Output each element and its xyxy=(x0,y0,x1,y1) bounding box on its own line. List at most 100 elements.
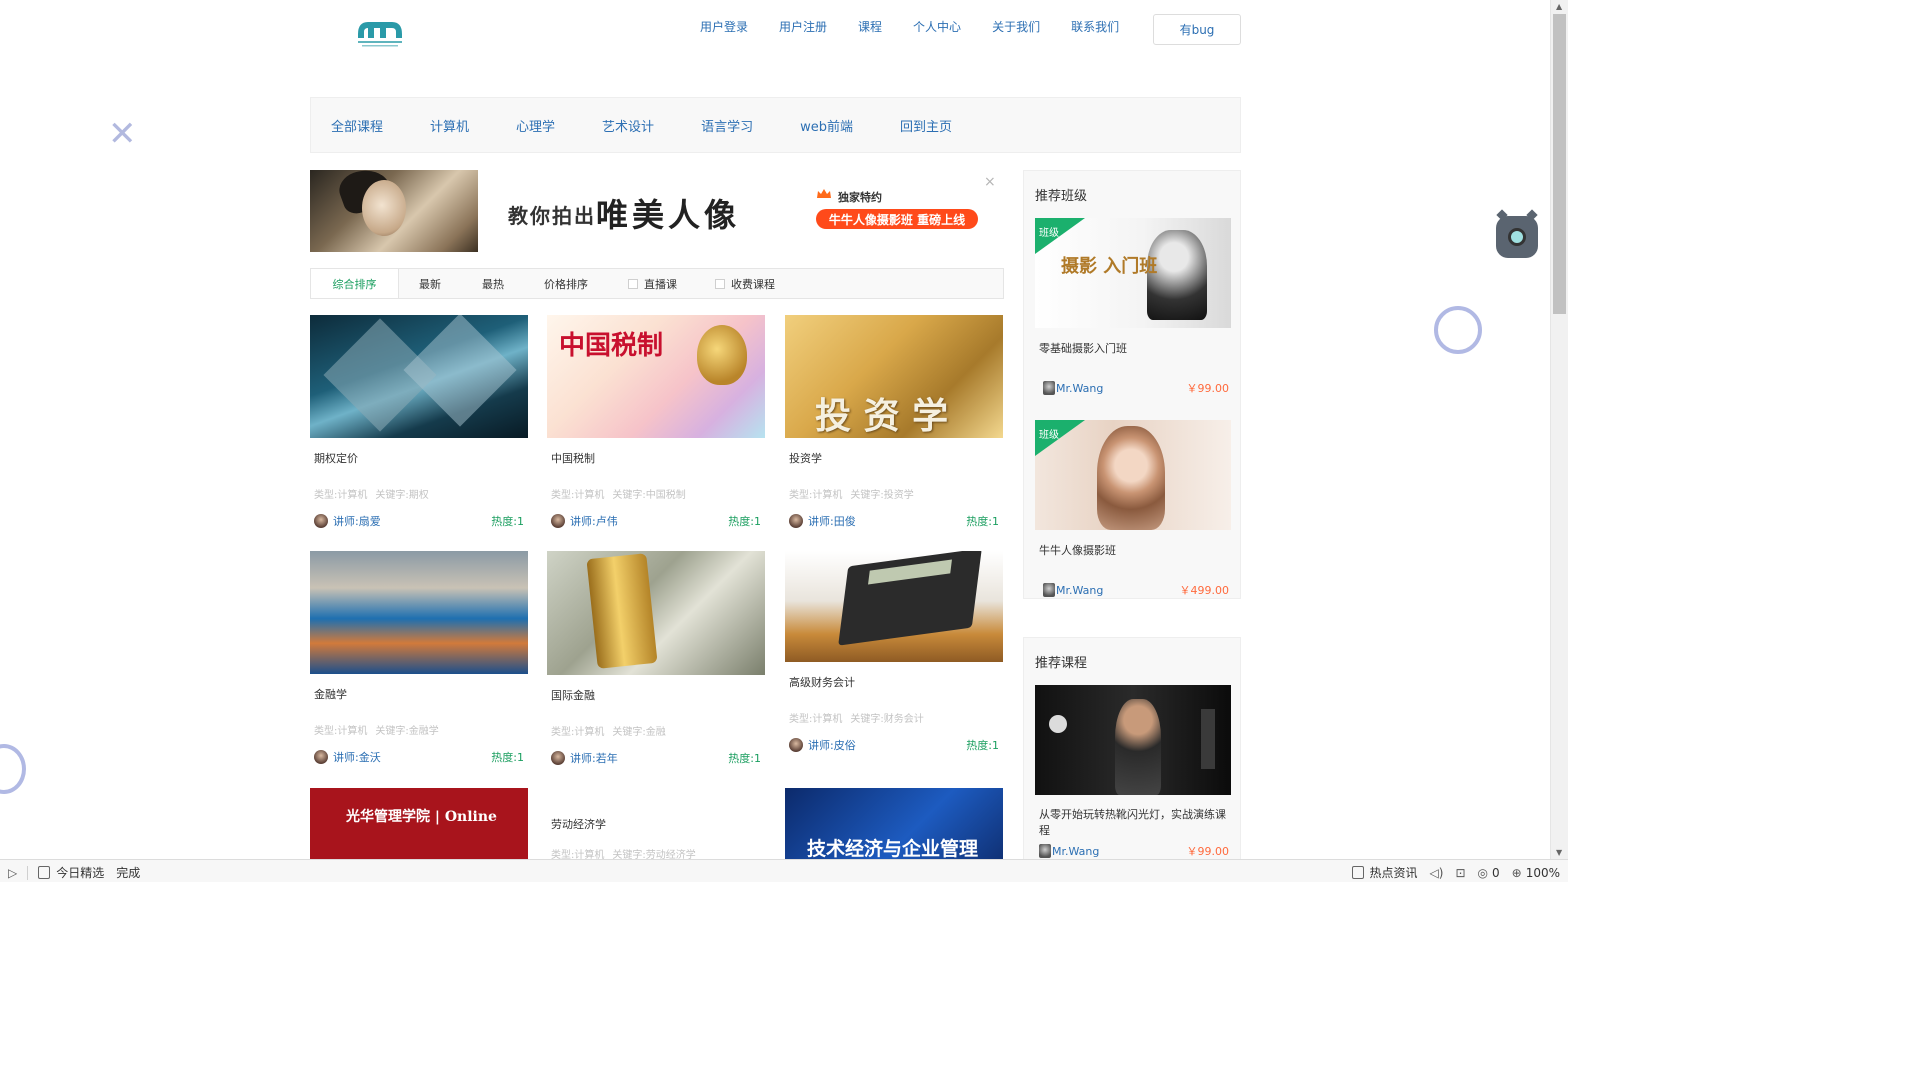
category-all[interactable]: 全部课程 xyxy=(331,116,383,135)
site-logo[interactable] xyxy=(352,16,408,50)
ring-decoration-icon xyxy=(1434,306,1482,354)
course-card[interactable]: 金融学 类型:计算机 关键字:金融学 讲师:金沃 热度:1 xyxy=(310,551,528,765)
zoom-level[interactable]: 100% xyxy=(1526,866,1560,880)
robot-assistant-icon[interactable] xyxy=(1496,209,1538,258)
course-item[interactable]: 从零开始玩转热靴闪光灯，实战演练课程 Mr.Wang ￥99.00 xyxy=(1035,685,1231,859)
course-name[interactable]: 从零开始玩转热靴闪光灯，实战演练课程 xyxy=(1039,807,1229,839)
category-home[interactable]: 回到主页 xyxy=(900,116,952,135)
class-item[interactable]: 班级 牛牛人像摄影班 Mr.Wang ￥499.00 xyxy=(1035,420,1231,598)
download-icon[interactable]: ⊡ xyxy=(1455,866,1465,880)
course-thumbnail[interactable] xyxy=(1035,685,1231,795)
scrollbar-thumb[interactable] xyxy=(1553,14,1566,314)
class-teacher[interactable]: Mr.Wang xyxy=(1043,381,1103,395)
vertical-scrollbar[interactable]: ▲ ▼ xyxy=(1550,0,1568,859)
class-item[interactable]: 摄影 入门班 班级 零基础摄影入门班 Mr.Wang ￥99.00 xyxy=(1035,218,1231,396)
course-type: 类型:计算机 xyxy=(314,726,368,737)
nav-personal-center[interactable]: 个人中心 xyxy=(913,18,961,35)
course-teacher[interactable]: Mr.Wang xyxy=(1039,844,1099,858)
course-thumbnail[interactable]: 投 资 学 xyxy=(785,315,1003,438)
course-keyword: 关键字:金融学 xyxy=(375,726,439,737)
class-teacher[interactable]: Mr.Wang xyxy=(1043,583,1103,597)
zoom-icon[interactable]: ⊕ xyxy=(1512,866,1522,880)
sort-tab-comprehensive[interactable]: 综合排序 xyxy=(311,269,399,298)
teacher-name: Mr.Wang xyxy=(1056,583,1104,597)
banner-cta-pill[interactable]: 牛牛人像摄影班 重磅上线 xyxy=(816,209,978,229)
course-title[interactable]: 投资学 xyxy=(789,450,1003,465)
banner-slogan-prefix: 教你拍出 xyxy=(508,204,596,228)
avatar xyxy=(789,514,803,528)
paid-checkbox[interactable] xyxy=(715,278,725,289)
course-teacher[interactable]: 讲师:卢伟 xyxy=(551,513,618,529)
course-thumbnail[interactable] xyxy=(310,551,528,674)
course-card[interactable]: 技术经济与企业管理 xyxy=(785,788,1003,859)
category-language[interactable]: 语言学习 xyxy=(701,116,753,135)
class-thumbnail[interactable]: 班级 xyxy=(1035,420,1231,530)
course-type: 类型:计算机 xyxy=(551,490,605,501)
course-thumbnail[interactable] xyxy=(310,315,528,438)
nav-contact-us[interactable]: 联系我们 xyxy=(1071,18,1119,35)
course-teacher[interactable]: 讲师:若年 xyxy=(551,750,618,766)
nav-about-us[interactable]: 关于我们 xyxy=(992,18,1040,35)
course-card[interactable]: 国际金融 类型:计算机 关键字:金融 讲师:若年 热度:1 xyxy=(547,551,765,766)
course-thumbnail[interactable] xyxy=(547,551,765,675)
filter-live[interactable]: 直播课 xyxy=(628,269,677,298)
thumbnail-text: 技术经济与企业管理 xyxy=(807,838,979,859)
ring-decoration-icon xyxy=(0,744,26,794)
category-art-design[interactable]: 艺术设计 xyxy=(602,116,654,135)
course-card[interactable]: 劳动经济学 类型:计算机 关键字:劳动经济学 xyxy=(547,788,765,859)
banner-close-icon[interactable]: × xyxy=(984,174,996,190)
nav-login[interactable]: 用户登录 xyxy=(700,18,748,35)
nav-courses[interactable]: 课程 xyxy=(858,18,882,35)
course-card[interactable]: 光华管理学院 | Online xyxy=(310,788,528,859)
course-title[interactable]: 期权定价 xyxy=(314,450,528,465)
course-keyword: 关键字:中国税制 xyxy=(612,490,686,501)
course-meta: 类型:计算机 关键字:金融学 xyxy=(314,722,528,737)
promo-banner[interactable]: 教你拍出 唯美人像 独家特约 牛牛人像摄影班 重磅上线 × xyxy=(310,170,1004,252)
course-card[interactable]: 投 资 学 投资学 类型:计算机 关键字:投资学 讲师:田俊 热度:1 xyxy=(785,315,1003,529)
class-name[interactable]: 牛牛人像摄影班 xyxy=(1039,542,1231,558)
nav-register[interactable]: 用户注册 xyxy=(779,18,827,35)
course-keyword: 关键字:期权 xyxy=(375,490,429,501)
sort-tab-newest[interactable]: 最新 xyxy=(419,269,441,298)
course-title[interactable]: 国际金融 xyxy=(551,687,765,702)
category-web-frontend[interactable]: web前端 xyxy=(800,116,853,135)
course-card[interactable]: 高级财务会计 类型:计算机 关键字:财务会计 讲师:皮俗 热度:1 xyxy=(785,551,1003,753)
panel-toggle-icon[interactable]: ▷ xyxy=(8,866,17,880)
ad-block-icon[interactable]: ◎ xyxy=(1478,866,1488,880)
course-meta: 类型:计算机 关键字:财务会计 xyxy=(789,710,1003,725)
course-title[interactable]: 中国税制 xyxy=(551,450,765,465)
course-card[interactable]: 中国税制 中国税制 类型:计算机 关键字:中国税制 讲师:卢伟 热度:1 xyxy=(547,315,765,529)
sort-tab-hottest[interactable]: 最热 xyxy=(482,269,504,298)
sort-bar: 综合排序 最新 最热 价格排序 直播课 收费课程 xyxy=(310,268,1004,299)
course-thumbnail[interactable]: 光华管理学院 | Online xyxy=(310,788,528,859)
course-meta: 类型:计算机 关键字:中国税制 xyxy=(551,486,765,501)
course-title[interactable]: 金融学 xyxy=(314,686,528,701)
class-thumbnail[interactable]: 摄影 入门班 班级 xyxy=(1035,218,1231,328)
course-title[interactable]: 高级财务会计 xyxy=(789,674,1003,689)
today-picks-label[interactable]: 今日精选 xyxy=(56,864,104,881)
course-thumbnail[interactable]: 技术经济与企业管理 xyxy=(785,788,1003,859)
course-thumbnail[interactable] xyxy=(785,551,1003,662)
live-checkbox[interactable] xyxy=(628,278,638,289)
course-thumbnail[interactable]: 中国税制 xyxy=(547,315,765,438)
hot-news-label[interactable]: 热点资讯 xyxy=(1370,864,1418,881)
course-teacher[interactable]: 讲师:扇爱 xyxy=(314,513,381,529)
course-teacher[interactable]: 讲师:金沃 xyxy=(314,749,381,765)
avatar xyxy=(314,514,328,528)
scroll-up-icon[interactable]: ▲ xyxy=(1556,2,1562,11)
report-bug-button[interactable]: 有bug xyxy=(1153,14,1241,45)
filter-paid[interactable]: 收费课程 xyxy=(715,269,775,298)
class-price: ￥99.00 xyxy=(1186,382,1230,395)
scroll-down-icon[interactable]: ▼ xyxy=(1556,848,1562,857)
course-teacher[interactable]: 讲师:田俊 xyxy=(789,513,856,529)
speaker-icon[interactable]: ◁) xyxy=(1430,866,1444,880)
course-heat: 热度:1 xyxy=(728,752,761,765)
course-card[interactable]: 期权定价 类型:计算机 关键字:期权 讲师:扇爱 热度:1 xyxy=(310,315,528,529)
class-name[interactable]: 零基础摄影入门班 xyxy=(1039,340,1231,356)
course-teacher[interactable]: 讲师:皮俗 xyxy=(789,737,856,753)
category-psychology[interactable]: 心理学 xyxy=(516,116,555,135)
category-bar: 全部课程 计算机 心理学 艺术设计 语言学习 web前端 回到主页 xyxy=(310,97,1241,153)
course-title[interactable]: 劳动经济学 xyxy=(551,816,765,831)
sort-tab-price[interactable]: 价格排序 xyxy=(544,269,588,298)
category-computer[interactable]: 计算机 xyxy=(430,116,469,135)
